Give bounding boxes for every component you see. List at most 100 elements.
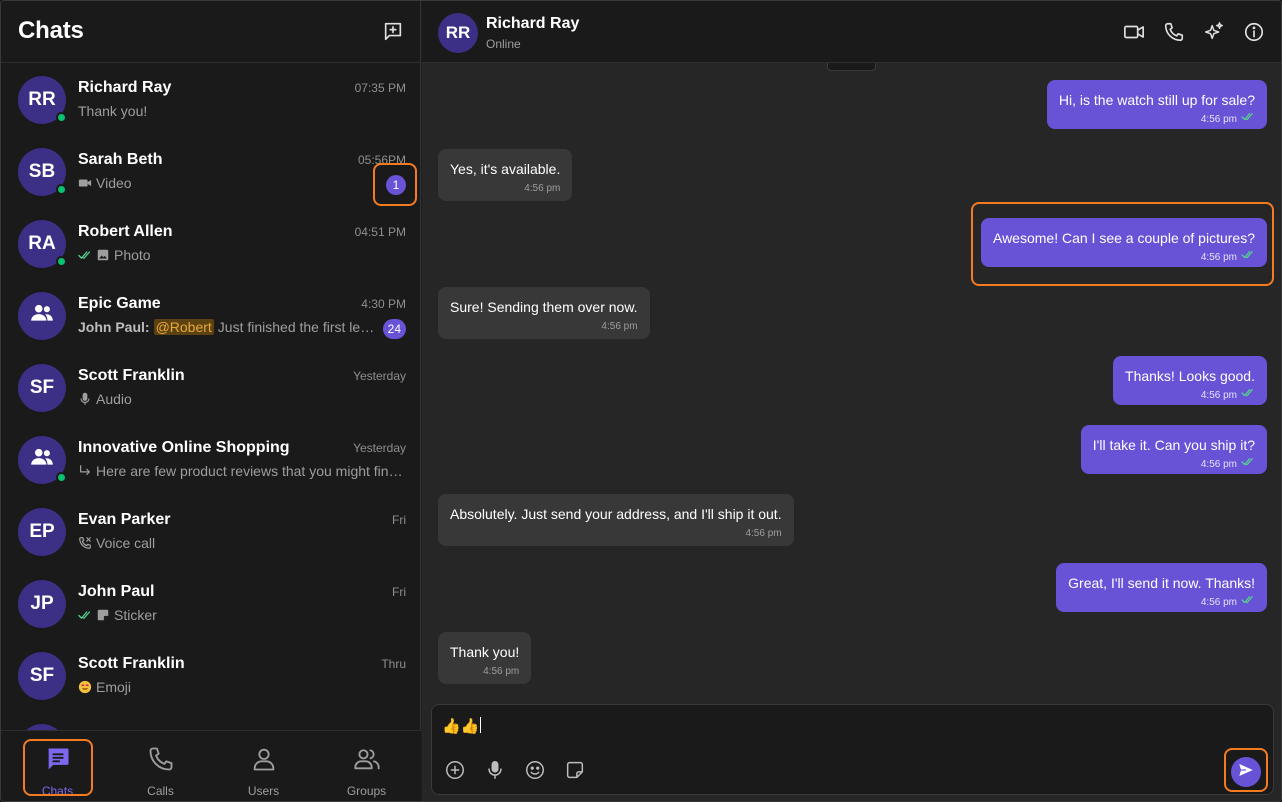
message-time: 4:56 pm [524, 183, 561, 194]
message-incoming[interactable]: Absolutely. Just send your address, and … [438, 494, 794, 546]
chat-preview-text: Here are few product reviews that you mi… [96, 463, 403, 479]
message-time: 4:56 pm [1200, 390, 1237, 401]
chat-item-john-paul[interactable]: JP John Paul Fri Sticker [1, 568, 421, 640]
message-meta: 4:56 pm [1068, 594, 1255, 612]
message-text: Thank you! [450, 644, 520, 660]
chat-preview: Video [78, 175, 378, 191]
send-button[interactable] [1231, 757, 1261, 787]
nav-users-label: Users [247, 784, 280, 798]
online-indicator [56, 256, 67, 267]
chat-item-sarah-beth[interactable]: SB Sarah Beth 05:56PM Video 1 [1, 136, 421, 208]
chat-item-epic-game[interactable]: Epic Game 4:30 PM John Paul: @Robert Jus… [1, 280, 421, 352]
message-time: 4:56 pm [1200, 252, 1237, 263]
contact-avatar[interactable]: RR [438, 13, 478, 53]
message-outgoing[interactable]: Awesome! Can I see a couple of pictures?… [980, 218, 1267, 267]
nav-users[interactable]: Users [212, 731, 315, 801]
read-receipt-icon [1241, 249, 1255, 267]
online-indicator [56, 184, 67, 195]
message-text: I'll take it. Can you ship it? [1092, 437, 1255, 453]
message-incoming[interactable]: Yes, it's available. 4:56 pm [438, 149, 573, 201]
read-receipt-icon [78, 248, 92, 262]
contact-name[interactable]: Richard Ray [486, 15, 579, 33]
sidebar-title: Chats [18, 17, 84, 44]
chat-time: Yesterday [353, 369, 406, 383]
chat-item-scott-franklin[interactable]: SF Scott Franklin Yesterday Audio [1, 352, 421, 424]
message-meta: 4:56 pm [993, 249, 1255, 267]
chat-preview-text: Photo [114, 247, 151, 263]
chat-name: Evan Parker [78, 511, 171, 528]
message-meta: 4:56 pm [1059, 111, 1255, 129]
chat-name: John Paul [78, 583, 155, 600]
sticker-icon [96, 608, 110, 622]
message-outgoing[interactable]: Hi, is the watch still up for sale? 4:56… [1046, 80, 1267, 129]
conversation-pane: RR Richard Ray Online Hi, is the watch s… [422, 1, 1281, 801]
sticker-picker-icon[interactable] [564, 759, 586, 781]
microphone-icon[interactable] [484, 759, 506, 781]
message-text: Great, I'll send it now. Thanks! [1068, 575, 1255, 591]
add-attachment-icon[interactable] [444, 759, 466, 781]
avatar: JP [18, 580, 66, 628]
chat-name: Epic Game [78, 295, 161, 312]
message-composer[interactable]: 👍👍 [431, 704, 1274, 795]
chat-item-innovative-online-shopping[interactable]: Innovative Online Shopping Yesterday Her… [1, 424, 421, 496]
message-meta: 4:56 pm [450, 663, 519, 681]
message-meta: 4:56 pm [1093, 456, 1255, 474]
chat-item-partial[interactable] [1, 712, 421, 730]
message-input[interactable]: 👍👍 [442, 717, 482, 735]
chat-item-richard-ray[interactable]: RR Richard Ray 07:35 PM Thank you! [1, 64, 421, 136]
message-text: Thanks! Looks good. [1125, 368, 1255, 384]
group-avatar [18, 436, 67, 484]
chat-list: RR Richard Ray 07:35 PM Thank you! SB Sa… [1, 64, 421, 730]
chat-preview-text: Voice call [96, 535, 156, 551]
chat-preview-text: Video [96, 175, 132, 191]
chat-item-scott-franklin-2[interactable]: SF Scott Franklin Thru Emoji [1, 640, 421, 712]
read-receipt-icon [1241, 594, 1255, 612]
nav-calls[interactable]: Calls [109, 731, 212, 801]
ai-sparkle-icon[interactable] [1203, 21, 1225, 43]
chat-preview: Sticker [78, 607, 378, 623]
chat-time: Thru [381, 657, 406, 671]
app-window: Chats RR Richard Ray 07:35 PM Thank you!… [0, 0, 1282, 802]
chat-time: 4:30 PM [361, 297, 406, 311]
chat-time: 07:35 PM [354, 81, 406, 95]
chat-name: Sarah Beth [78, 151, 163, 168]
group-avatar [18, 292, 66, 340]
avatar: SF [18, 364, 66, 412]
reply-icon [78, 464, 92, 478]
message-incoming[interactable]: Sure! Sending them over now. 4:56 pm [438, 287, 650, 339]
emoji-picker-icon[interactable] [524, 759, 546, 781]
message-outgoing[interactable]: I'll take it. Can you ship it? 4:56 pm [1080, 425, 1267, 474]
message-meta: 4:56 pm [1125, 387, 1255, 405]
read-receipt-icon [78, 608, 92, 622]
message-text: Absolutely. Just send your address, and … [450, 506, 782, 522]
chat-name: Scott Franklin [78, 655, 185, 672]
message-meta: 4:56 pm [450, 318, 637, 336]
message-time: 4:56 pm [483, 666, 520, 677]
chat-time: Yesterday [353, 441, 406, 455]
chat-item-evan-parker[interactable]: EP Evan Parker Fri Voice call [1, 496, 421, 568]
message-incoming[interactable]: Thank you! 4:56 pm [438, 632, 532, 684]
user-icon [250, 745, 278, 778]
info-icon[interactable] [1243, 21, 1265, 43]
video-icon [78, 176, 92, 190]
message-meta: 4:56 pm [450, 525, 781, 543]
video-call-icon[interactable] [1123, 21, 1145, 43]
avatar-initials: SF [29, 665, 55, 686]
chats-icon [44, 745, 72, 778]
voice-call-icon[interactable] [1163, 21, 1185, 43]
chat-item-robert-allen[interactable]: RA Robert Allen 04:51 PM Photo [1, 208, 421, 280]
message-outgoing[interactable]: Thanks! Looks good. 4:56 pm [1113, 356, 1267, 405]
message-outgoing[interactable]: Great, I'll send it now. Thanks! 4:56 pm [1056, 563, 1267, 612]
chat-preview-text: Sticker [114, 607, 157, 623]
avatar-initials: SB [28, 161, 56, 182]
message-text: Sure! Sending them over now. [450, 299, 638, 315]
nav-chats[interactable]: Chats [6, 731, 109, 801]
nav-groups[interactable]: Groups [315, 731, 418, 801]
avatar-initials: JP [30, 593, 54, 614]
chat-preview: Photo [78, 247, 378, 263]
avatar-initials: RR [28, 89, 56, 110]
bottom-nav: Chats Calls Users Groups [1, 730, 421, 801]
new-chat-icon[interactable] [382, 20, 404, 42]
nav-calls-label: Calls [147, 784, 174, 798]
chat-preview-text: Emoji [96, 679, 132, 695]
